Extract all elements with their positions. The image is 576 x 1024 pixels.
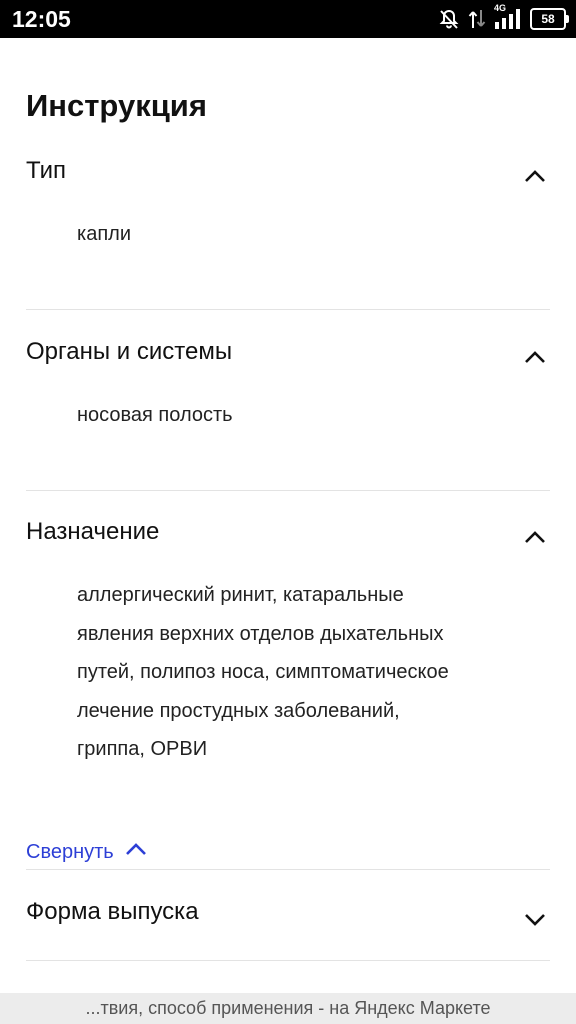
collapse-link-label: Свернуть	[26, 840, 114, 863]
divider	[26, 309, 550, 310]
status-icons: 4G 58	[438, 3, 569, 31]
section-title: Назначение	[26, 518, 160, 545]
content-line: лечение простудных заболеваний,	[77, 699, 400, 722]
chevron-down-icon[interactable]	[520, 908, 550, 932]
content-line: аллергический ринит, катаральные	[77, 584, 404, 606]
chevron-up-icon[interactable]	[520, 524, 550, 548]
section-title: Органы и системы	[26, 338, 233, 365]
divider	[26, 869, 550, 870]
chevron-up-icon[interactable]	[520, 344, 550, 368]
content-line: явления верхних отделов дыхательных	[77, 622, 444, 645]
status-time: 12:05	[12, 6, 71, 32]
notifications-off-icon	[438, 8, 460, 30]
section-content: носовая полость	[77, 404, 233, 426]
footer-banner[interactable]: ...твия, способ применения - на Яндекс М…	[0, 993, 576, 1024]
chevron-up-icon[interactable]	[520, 163, 550, 187]
section-release-form-header[interactable]: Форма выпуска	[0, 896, 576, 936]
section-organs-header[interactable]: Органы и системы	[0, 336, 576, 376]
section-purpose-header[interactable]: Назначение	[0, 516, 576, 556]
content-line: гриппа, ОРВИ	[77, 738, 208, 760]
section-type-header[interactable]: Тип	[0, 155, 576, 195]
collapse-link[interactable]: Свернуть	[26, 838, 148, 866]
section-content: аллергический ринит, катаральные явления…	[77, 576, 517, 769]
divider	[26, 960, 550, 961]
content-line: путей, полипоз носа, симптоматическое	[77, 661, 449, 683]
data-transfer-icon	[468, 8, 486, 30]
page-title: Инструкция	[26, 88, 207, 123]
divider	[26, 490, 550, 491]
chevron-up-icon	[114, 840, 148, 864]
network-type-label: 4G	[494, 3, 507, 13]
section-title: Форма выпуска	[26, 898, 199, 925]
battery-icon: 58	[530, 8, 569, 30]
signal-icon: 4G	[494, 3, 522, 30]
section-content: капли	[77, 223, 131, 245]
section-title: Тип	[26, 157, 67, 184]
status-bar: 12:05 4G 58	[0, 0, 576, 38]
